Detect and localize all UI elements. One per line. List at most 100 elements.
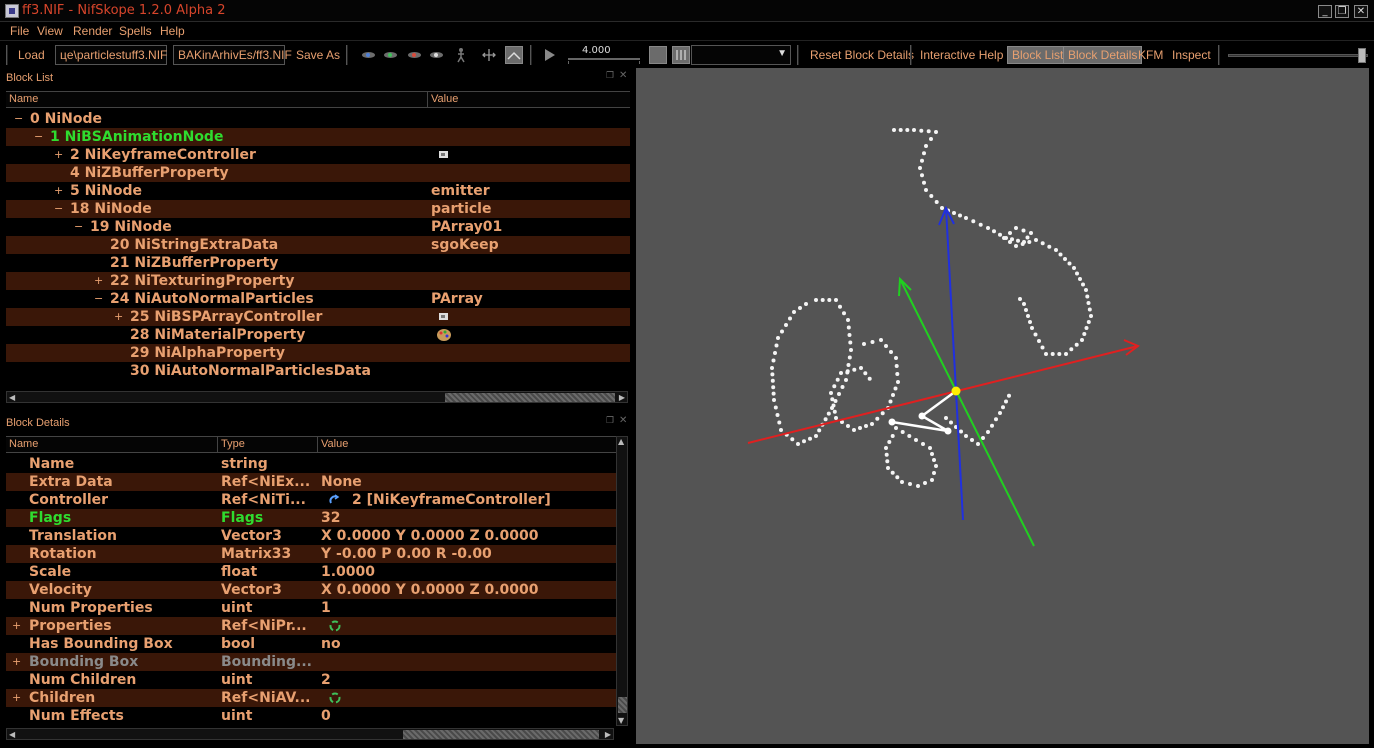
scroll-right-icon[interactable]: ▶ <box>605 730 611 739</box>
menu-spells[interactable]: Spells <box>119 24 152 38</box>
expand-toggle[interactable]: + <box>54 146 63 164</box>
column-type[interactable]: Type <box>218 437 318 452</box>
column-name[interactable]: Name <box>6 437 218 452</box>
field-type: Vector3 <box>221 528 282 544</box>
detail-row[interactable]: Velocity Vector3 X 0.0000 Y 0.0000 Z 0.000… <box>6 581 616 599</box>
lod-slider[interactable] <box>1228 47 1368 65</box>
view-top-icon[interactable] <box>407 47 423 63</box>
detail-row[interactable]: Extra Data Ref<NiEx... None <box>6 473 616 491</box>
block-list-row[interactable]: +5 NiNode emitter <box>6 182 630 200</box>
close-icon[interactable]: ✕ <box>619 70 627 81</box>
view-user-icon[interactable] <box>429 47 445 63</box>
save-as-button[interactable]: Save As <box>292 46 344 64</box>
render-viewport[interactable] <box>636 68 1369 744</box>
expand-toggle[interactable]: − <box>14 110 23 128</box>
load-path-field[interactable]: цe\particlestuff3.NIF <box>55 45 167 65</box>
block-list-row[interactable]: 30 NiAutoNormalParticlesData <box>6 362 630 380</box>
expand-toggle[interactable]: + <box>114 308 123 326</box>
detail-row[interactable]: Rotation Matrix33 Y -0.00 P 0.00 R -0.00 <box>6 545 616 563</box>
expand-toggle[interactable]: − <box>74 218 83 236</box>
reset-block-details-button[interactable]: Reset Block Details <box>806 46 918 64</box>
detail-row[interactable]: Num Children uint 2 <box>6 671 616 689</box>
interactive-help-button[interactable]: Interactive Help <box>916 46 1007 64</box>
detail-row[interactable]: Translation Vector3 X 0.0000 Y 0.0000 Z 0.… <box>6 527 616 545</box>
play-icon[interactable] <box>541 47 557 63</box>
particle <box>1067 261 1072 266</box>
menu-render[interactable]: Render <box>73 24 112 38</box>
loop-icon[interactable] <box>649 46 667 64</box>
particle <box>1029 231 1033 235</box>
detail-row[interactable]: Has Bounding Box bool no <box>6 635 616 653</box>
menu-view[interactable]: View <box>37 24 63 38</box>
view-side-icon[interactable] <box>383 47 399 63</box>
detail-row[interactable]: Controller Ref<NiTi... 2 [NiKeyframeContro… <box>6 491 616 509</box>
float-icon[interactable]: ❐ <box>606 416 614 426</box>
particle <box>1081 282 1085 287</box>
scroll-up-icon[interactable]: ▲ <box>618 437 624 446</box>
menu-file[interactable]: File <box>10 24 29 38</box>
animation-select[interactable]: ▼ <box>691 45 791 65</box>
kfm-button[interactable]: KFM <box>1134 46 1167 64</box>
block-list-toggle[interactable]: Block List <box>1007 46 1069 64</box>
expand-toggle[interactable]: + <box>12 689 21 707</box>
block-details-toggle[interactable]: Block Details <box>1063 46 1143 64</box>
detail-row[interactable]: + Properties Ref<NiPr... <box>6 617 616 635</box>
block-list-row[interactable]: 29 NiAlphaProperty <box>6 344 630 362</box>
column-value[interactable]: Value <box>318 437 616 452</box>
detail-row[interactable]: + Bounding Box Bounding... <box>6 653 616 671</box>
particle <box>884 344 888 348</box>
block-list-row[interactable]: 28 NiMaterialProperty <box>6 326 630 344</box>
maximize-button[interactable]: ❐ <box>1335 5 1349 18</box>
block-details-hscrollbar[interactable]: ◀ ▶ <box>6 728 614 740</box>
detail-row[interactable]: Scale float 1.0000 <box>6 563 616 581</box>
block-list-row[interactable]: −19 NiNode PArray01 <box>6 218 630 236</box>
switch-icon[interactable] <box>672 46 690 64</box>
expand-toggle[interactable]: − <box>34 128 43 146</box>
load-button[interactable]: Load <box>14 46 49 64</box>
particle <box>772 398 776 402</box>
block-list-hscrollbar[interactable]: ◀ ▶ <box>6 391 628 403</box>
scroll-down-icon[interactable]: ▼ <box>618 716 624 725</box>
perspective-icon[interactable] <box>505 46 523 64</box>
block-list-row[interactable]: −18 NiNode particle <box>6 200 630 218</box>
scroll-left-icon[interactable]: ◀ <box>9 730 15 739</box>
scroll-right-icon[interactable]: ▶ <box>619 393 625 402</box>
flip-icon[interactable] <box>481 47 497 63</box>
block-list-row[interactable]: −1 NiBSAnimationNode <box>6 128 630 146</box>
save-path-field[interactable]: BAKinArhivEs/ff3.NIF <box>173 45 292 65</box>
block-list-row[interactable]: 20 NiStringExtraData sgoKeep <box>6 236 630 254</box>
block-list-row[interactable]: +2 NiKeyframeController <box>6 146 630 164</box>
detail-row[interactable]: Num Effects uint 0 <box>6 707 616 725</box>
scroll-left-icon[interactable]: ◀ <box>9 393 15 402</box>
detail-row[interactable]: + Children Ref<NiAV... <box>6 689 616 707</box>
block-list-row[interactable]: −24 NiAutoNormalParticles PArray <box>6 290 630 308</box>
block-list-row[interactable]: 4 NiZBufferProperty <box>6 164 630 182</box>
menu-help[interactable]: Help <box>160 24 185 38</box>
close-button[interactable]: ✕ <box>1354 5 1368 18</box>
particle <box>990 423 994 428</box>
detail-row[interactable]: Num Properties uint 1 <box>6 599 616 617</box>
particle <box>1027 240 1032 244</box>
block-list-row[interactable]: −0 NiNode <box>6 110 630 128</box>
expand-toggle[interactable]: − <box>54 200 63 218</box>
expand-toggle[interactable]: + <box>12 617 21 635</box>
expand-toggle[interactable]: + <box>94 272 103 290</box>
view-front-icon[interactable] <box>361 47 377 63</box>
time-slider[interactable]: 4.000 <box>568 45 640 65</box>
block-list-row[interactable]: 21 NiZBufferProperty <box>6 254 630 272</box>
detail-row[interactable]: Name string <box>6 455 616 473</box>
block-details-vscrollbar[interactable]: ▲ ▼ <box>616 436 628 726</box>
minimize-button[interactable]: _ <box>1318 5 1332 18</box>
column-name[interactable]: Name <box>6 92 428 107</box>
expand-toggle[interactable]: + <box>12 653 21 671</box>
block-list-row[interactable]: +25 NiBSPArrayController <box>6 308 630 326</box>
float-icon[interactable]: ❐ <box>606 71 614 81</box>
detail-row[interactable]: Flags Flags 32 <box>6 509 616 527</box>
close-icon[interactable]: ✕ <box>619 415 627 426</box>
expand-toggle[interactable]: + <box>54 182 63 200</box>
column-value[interactable]: Value <box>428 92 630 107</box>
walk-icon[interactable] <box>453 47 469 63</box>
block-list-row[interactable]: +22 NiTexturingProperty <box>6 272 630 290</box>
expand-toggle[interactable]: − <box>94 290 103 308</box>
inspect-button[interactable]: Inspect <box>1168 46 1215 64</box>
